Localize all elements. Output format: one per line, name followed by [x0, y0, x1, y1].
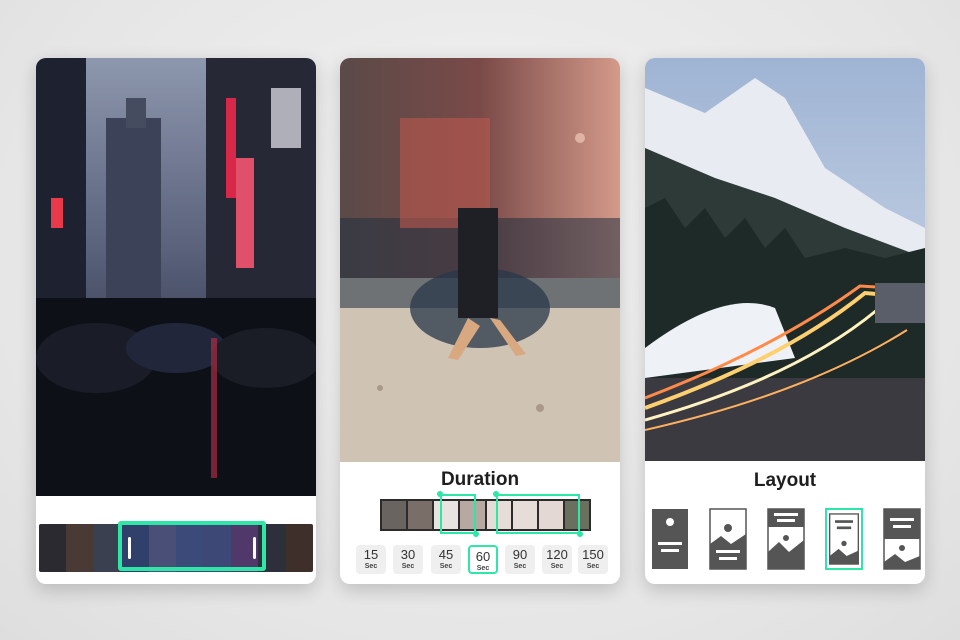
- rain-window-photo: [340, 58, 620, 462]
- layout-options: [651, 508, 923, 574]
- film-frame: [285, 524, 313, 572]
- duration-option-150[interactable]: 150 Sec: [578, 545, 608, 574]
- trim-handle-right[interactable]: [253, 537, 256, 559]
- duration-option-90[interactable]: 90 Sec: [505, 545, 535, 574]
- timeline-trim-card: [36, 58, 316, 584]
- film-frame: [66, 524, 94, 572]
- marker-dot: [437, 491, 443, 497]
- trim-handle-left[interactable]: [128, 537, 131, 559]
- layout-option-2[interactable]: [709, 508, 747, 570]
- duration-option-15[interactable]: 15 Sec: [356, 545, 386, 574]
- mountain-road-photo: [645, 58, 925, 461]
- layout-option-5[interactable]: [883, 508, 921, 570]
- duration-card: Duration 15 Sec 30 Sec 45 Sec 60 Sec 90 …: [340, 58, 620, 584]
- duration-option-60[interactable]: 60 Sec: [468, 545, 498, 574]
- marker-dot: [473, 531, 479, 537]
- layout-text-image-icon: [829, 513, 859, 565]
- marker-dot: [493, 491, 499, 497]
- clip-marker[interactable]: [496, 494, 580, 534]
- city-photo: [36, 58, 316, 496]
- film-frame: [382, 501, 407, 529]
- duration-option-120[interactable]: 120 Sec: [542, 545, 572, 574]
- film-frame: [408, 501, 433, 529]
- clip-marker[interactable]: [440, 494, 476, 534]
- layout-title: Layout: [753, 470, 817, 491]
- layout-card: Layout: [645, 58, 925, 584]
- duration-option-45[interactable]: 45 Sec: [431, 545, 461, 574]
- duration-title: Duration: [440, 469, 520, 490]
- layout-image-text-icon: [709, 508, 747, 570]
- layout-option-4[interactable]: [825, 508, 863, 570]
- layout-image-text-icon: [652, 509, 688, 569]
- duration-option-30[interactable]: 30 Sec: [393, 545, 423, 574]
- marker-dot: [577, 531, 583, 537]
- layout-text-image-icon: [767, 508, 805, 570]
- duration-options: 15 Sec 30 Sec 45 Sec 60 Sec 90 Sec 120 S…: [356, 545, 608, 575]
- layout-option-3[interactable]: [767, 508, 805, 570]
- layout-option-1[interactable]: [651, 508, 689, 570]
- trim-selection[interactable]: [118, 521, 266, 571]
- layout-text-image-icon: [883, 508, 921, 570]
- film-frame: [39, 524, 67, 572]
